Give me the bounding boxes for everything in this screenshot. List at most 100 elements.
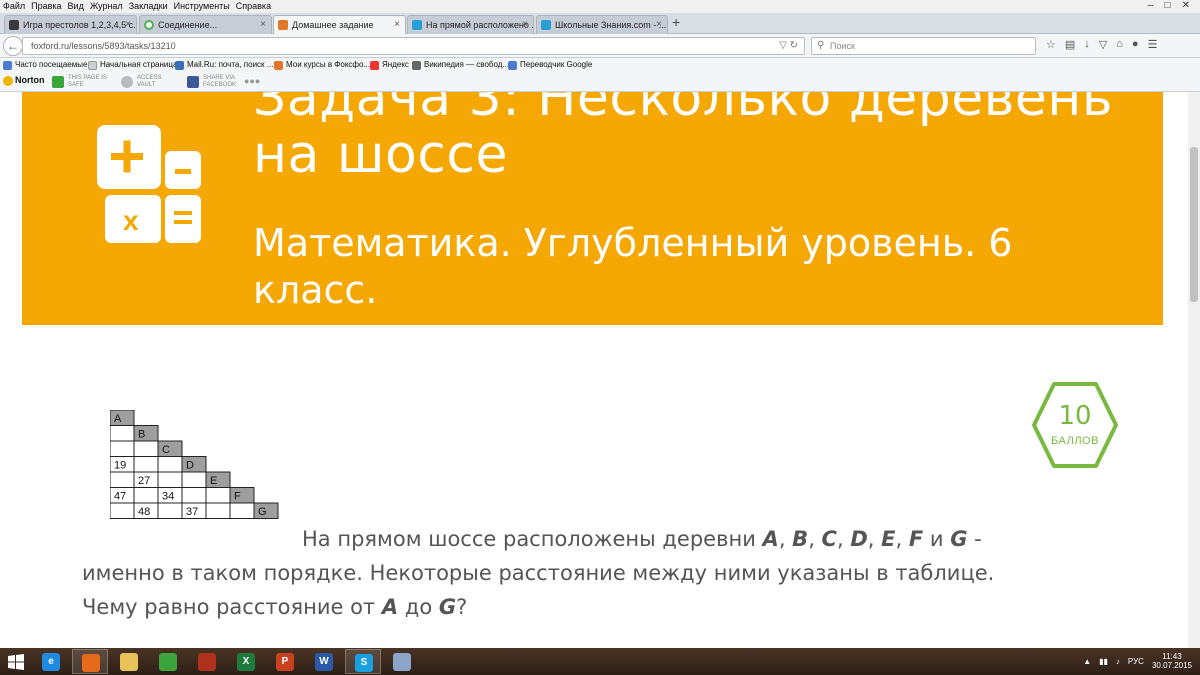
- menu-tools[interactable]: Инструменты: [171, 0, 233, 13]
- bookmark-star-icon[interactable]: ☆: [1046, 38, 1056, 51]
- store-icon: [159, 653, 177, 671]
- taskbar-app-store[interactable]: [150, 649, 186, 674]
- bookmark-foxford[interactable]: Мои курсы в Фоксфо...: [274, 58, 370, 72]
- norton-share-facebook[interactable]: SHARE VIA FACEBOOK: [187, 75, 236, 89]
- taskbar-app-notes[interactable]: [384, 649, 420, 674]
- taskbar-app-firefox[interactable]: [72, 649, 108, 674]
- input-language[interactable]: РУС: [1128, 657, 1144, 666]
- pocket-icon[interactable]: ▽: [1099, 38, 1107, 51]
- bookmark-mailru[interactable]: Mail.Ru: почта, поиск ...: [175, 58, 273, 72]
- menu-bar: Файл Правка Вид Журнал Закладки Инструме…: [0, 0, 1200, 13]
- reload-icon[interactable]: ▽ ↻: [779, 38, 798, 54]
- problem-intro: На прямом шоссе расположены деревни: [302, 527, 756, 551]
- distance-table-figure: A B C 19 D 27 E 47 34 F 48 37 G: [110, 410, 279, 519]
- back-arrow-icon[interactable]: ←: [3, 36, 23, 56]
- village-b: B: [792, 527, 809, 551]
- norton-item-line1: THIS PAGE IS: [68, 75, 107, 81]
- network-icon[interactable]: ▮▮: [1099, 657, 1108, 666]
- course-subtitle: Математика. Углубленный уровень. 6 класс…: [253, 221, 1013, 312]
- maximize-icon[interactable]: □: [1164, 0, 1170, 11]
- home-icon[interactable]: ⌂: [1116, 38, 1123, 51]
- village-letter: C: [162, 444, 170, 456]
- clock[interactable]: 11:43 30.07.2015: [1152, 652, 1192, 670]
- close-tab-icon[interactable]: ×: [125, 16, 131, 34]
- chat-icon[interactable]: ●: [1132, 38, 1139, 51]
- scrollbar-thumb[interactable]: [1190, 147, 1198, 302]
- tab-label: Соединение...: [158, 20, 218, 30]
- reading-list-icon[interactable]: ▤: [1065, 38, 1075, 51]
- ie-icon: e: [42, 653, 60, 671]
- tab-connecting[interactable]: Соединение... ×: [139, 15, 272, 34]
- bookmarks-bar: Часто посещаемые Начальная страница Mail…: [0, 58, 1200, 72]
- distance-cell: [133, 440, 159, 457]
- distance-value: 47: [114, 491, 126, 503]
- browser-window: Файл Правка Вид Журнал Закладки Инструме…: [0, 0, 1200, 675]
- bookmark-label: Mail.Ru: почта, поиск ...: [187, 60, 274, 69]
- close-tab-icon[interactable]: ×: [522, 16, 528, 34]
- close-window-icon[interactable]: ✕: [1182, 0, 1190, 11]
- taskbar-app-ie[interactable]: e: [33, 649, 69, 674]
- distance-value: 37: [186, 506, 198, 518]
- bookmark-icon: [3, 61, 12, 70]
- foxford-icon: [278, 20, 288, 30]
- taskbar-app-skype[interactable]: S: [345, 649, 381, 674]
- bookmark-wikipedia[interactable]: Википедия — свобод...: [412, 58, 509, 72]
- windows-taskbar: e X P W S ▲ ▮▮ ♪ РУС 11:43 30.07.2015: [0, 648, 1200, 675]
- norton-item-line2: VAULT: [137, 82, 156, 88]
- close-tab-icon[interactable]: ×: [656, 16, 662, 34]
- norton-logo-text: Norton: [15, 75, 45, 85]
- tab-znanija[interactable]: Школьные Знания.com - ... ×: [536, 15, 668, 34]
- menu-history[interactable]: Журнал: [87, 0, 126, 13]
- menu-bookmarks[interactable]: Закладки: [126, 0, 171, 13]
- tab-label: Школьные Знания.com - ...: [555, 20, 667, 30]
- village-letter: B: [138, 429, 145, 441]
- distance-cell: [181, 487, 207, 504]
- tray-arrow-icon[interactable]: ▲: [1083, 657, 1091, 666]
- norton-access-vault[interactable]: ACCESS VAULT: [121, 75, 162, 89]
- clock-time: 11:43: [1162, 652, 1182, 661]
- downloads-icon[interactable]: ↓: [1084, 38, 1090, 51]
- menu-file[interactable]: Файл: [0, 0, 28, 13]
- new-tab-icon[interactable]: +: [672, 14, 680, 30]
- bookmark-most-visited[interactable]: Часто посещаемые: [3, 58, 87, 72]
- taskbar-app-powerpoint[interactable]: P: [267, 649, 303, 674]
- task-banner: x Задача 3: Несколько деревень на шоссе …: [22, 92, 1163, 325]
- menu-icon[interactable]: ☰: [1148, 38, 1158, 51]
- norton-page-safe[interactable]: THIS PAGE IS SAFE: [52, 75, 107, 89]
- menu-help[interactable]: Справка: [233, 0, 274, 13]
- close-tab-icon[interactable]: ×: [394, 16, 400, 34]
- facebook-icon: [187, 76, 199, 88]
- bookmark-start-page[interactable]: Начальная страница: [88, 58, 177, 72]
- volume-icon[interactable]: ♪: [1116, 657, 1120, 666]
- bookmark-label: Мои курсы в Фоксфо...: [286, 60, 371, 69]
- taskbar-app-eye[interactable]: [189, 649, 225, 674]
- more-dots-icon[interactable]: ●●●: [244, 76, 260, 86]
- tab-homework[interactable]: Домашнее задание ×: [273, 15, 406, 34]
- taskbar-app-explorer[interactable]: [111, 649, 147, 674]
- system-tray: ▲ ▮▮ ♪ РУС 11:43 30.07.2015: [1083, 652, 1192, 670]
- page-scrollbar[interactable]: [1188, 92, 1200, 648]
- menu-view[interactable]: Вид: [65, 0, 87, 13]
- distance-cell: [133, 456, 159, 473]
- norton-logo[interactable]: Norton: [3, 75, 45, 86]
- skype-icon: S: [355, 654, 373, 672]
- url-bar[interactable]: foxford.ru/lessons/5893/tasks/13210 ▽ ↻: [22, 37, 805, 55]
- taskbar-app-excel[interactable]: X: [228, 649, 264, 674]
- village-letter: E: [210, 475, 217, 487]
- tab-game-of-thrones[interactable]: Игра престолов 1,2,3,4,5 с... ×: [4, 15, 137, 34]
- tab-znanija-question[interactable]: На прямой расположено ... ×: [407, 15, 534, 34]
- taskbar-app-word[interactable]: W: [306, 649, 342, 674]
- norton-item-line2: SAFE: [68, 82, 84, 88]
- points-label: БАЛЛОВ: [1051, 435, 1099, 447]
- bookmark-google-translate[interactable]: Переводчик Google: [508, 58, 592, 72]
- distance-cell: [181, 471, 207, 488]
- window-controls: – □ ✕: [1148, 0, 1190, 11]
- minimize-icon[interactable]: –: [1148, 0, 1154, 11]
- windows-start-icon[interactable]: [8, 654, 24, 670]
- bookmark-yandex[interactable]: Яндекс: [370, 58, 409, 72]
- search-input[interactable]: ⚲ Поиск: [811, 37, 1036, 55]
- close-tab-icon[interactable]: ×: [260, 16, 266, 34]
- clock-date: 30.07.2015: [1151, 661, 1192, 670]
- problem-statement: На прямом шоссе расположены деревни A, B…: [82, 527, 995, 619]
- menu-edit[interactable]: Правка: [28, 0, 64, 13]
